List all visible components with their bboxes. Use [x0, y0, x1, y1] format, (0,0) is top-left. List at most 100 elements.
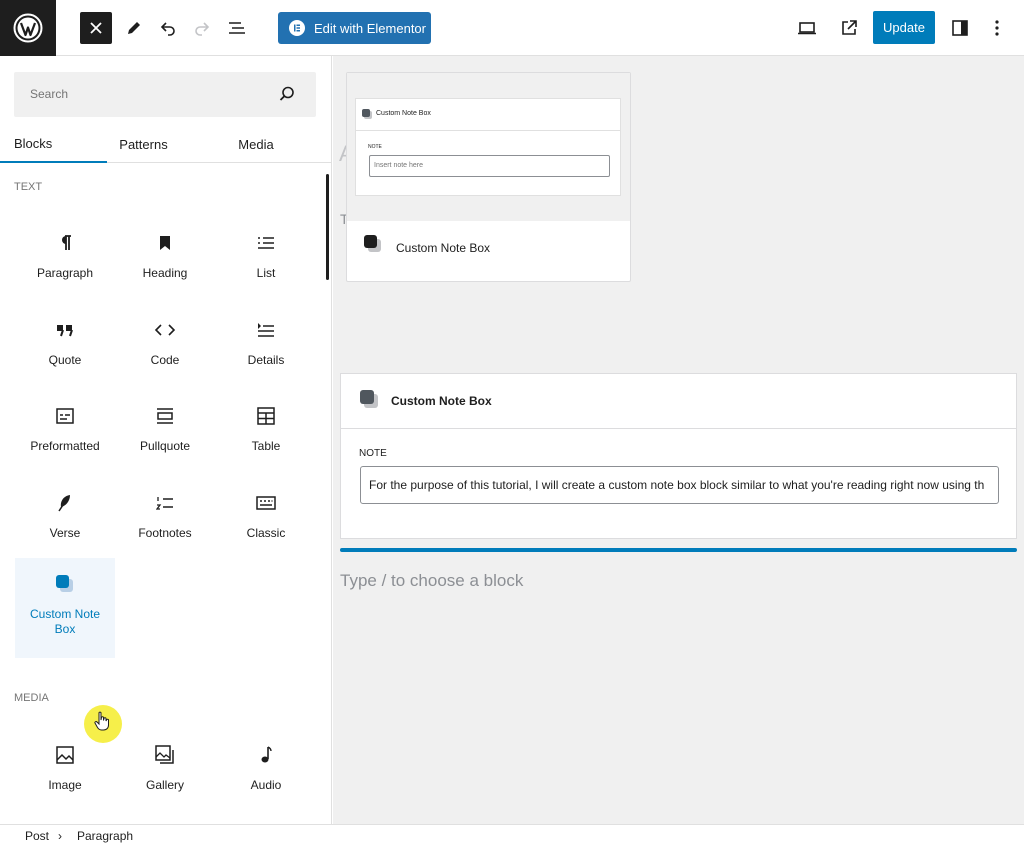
list-icon: [257, 231, 275, 255]
editor-canvas: A T Custom Note Box NOTE Insert note her…: [333, 56, 1024, 824]
divider: [356, 130, 620, 131]
mini-title: Custom Note Box: [376, 110, 431, 117]
block-label: Pullquote: [139, 439, 191, 453]
tab-media[interactable]: Media: [220, 126, 292, 163]
note-box-icon: [55, 572, 75, 596]
block-preview-popover: Custom Note Box NOTE Insert note here Cu…: [346, 72, 631, 282]
pencil-icon: [128, 22, 140, 34]
footnotes-icon: [156, 491, 174, 515]
wordpress-logo[interactable]: [0, 0, 56, 56]
default-block-appender[interactable]: Type / to choose a block: [340, 571, 523, 591]
sidebar-toggle-icon: [952, 20, 968, 36]
preview-device-button[interactable]: [791, 12, 823, 44]
block-pullquote[interactable]: Pullquote: [115, 390, 215, 490]
keyboard-icon: [256, 491, 276, 515]
block-quote[interactable]: Quote: [15, 304, 115, 404]
block-label: Image: [48, 778, 82, 792]
block-label: Table: [251, 439, 281, 453]
mini-note-label: NOTE: [368, 144, 382, 150]
redo-icon: [195, 22, 210, 36]
block-label: Custom Note Box: [30, 607, 100, 637]
block-details[interactable]: Details: [216, 304, 316, 404]
block-label: Code: [150, 353, 180, 367]
block-custom-note-box[interactable]: Custom Note Box: [15, 558, 115, 658]
note-box-title: Custom Note Box: [391, 394, 492, 408]
close-inserter-button[interactable]: [80, 12, 112, 44]
block-code[interactable]: Code: [115, 304, 215, 404]
options-menu-button[interactable]: [981, 12, 1013, 44]
gallery-icon: [155, 743, 175, 767]
block-label: Heading: [142, 266, 188, 280]
editor-toolbar: Edit with Elementor Update: [0, 0, 1024, 56]
insertion-point-indicator: [340, 548, 1017, 552]
block-label: List: [256, 266, 276, 280]
block-paragraph[interactable]: Paragraph: [15, 217, 115, 317]
hand-pointer-icon: [94, 711, 109, 731]
tab-blocks[interactable]: Blocks: [0, 126, 107, 163]
audio-icon: [259, 743, 273, 767]
category-text-heading: TEXT: [14, 181, 43, 193]
category-media-heading: MEDIA: [14, 692, 49, 704]
wordpress-icon: [13, 13, 43, 43]
block-heading[interactable]: Heading: [115, 217, 215, 317]
block-label: Preformatted: [30, 439, 100, 453]
block-search-input[interactable]: Search: [14, 72, 316, 117]
note-box-icon: [364, 235, 381, 252]
breadcrumb-item-post[interactable]: Post: [25, 829, 49, 843]
tab-patterns[interactable]: Patterns: [107, 126, 180, 163]
block-preview-frame: Custom Note Box NOTE Insert note here: [347, 73, 630, 221]
update-button[interactable]: Update: [873, 11, 935, 44]
block-table[interactable]: Table: [216, 390, 316, 490]
block-list[interactable]: List: [216, 217, 316, 317]
sidebar-scrollbar[interactable]: [326, 174, 329, 280]
block-label: Details: [247, 353, 285, 367]
search-placeholder: Search: [30, 87, 69, 101]
redo-button[interactable]: [186, 12, 218, 44]
note-box-icon: [360, 390, 378, 408]
custom-note-box-block[interactable]: Custom Note Box NOTE For the purpose of …: [340, 373, 1017, 539]
search-icon: [278, 85, 296, 108]
document-overview-button[interactable]: [221, 12, 253, 44]
undo-icon: [160, 22, 175, 36]
breadcrumb-item-paragraph[interactable]: Paragraph: [77, 829, 133, 843]
feather-icon: [57, 491, 73, 515]
block-label: Gallery: [145, 778, 184, 792]
edit-with-elementor-button[interactable]: Edit with Elementor: [278, 12, 431, 44]
block-footnotes[interactable]: Footnotes: [115, 477, 215, 577]
tools-button[interactable]: [118, 12, 150, 44]
block-label: Classic: [246, 526, 286, 540]
breadcrumb: Post › Paragraph: [0, 824, 1024, 847]
quote-icon: [56, 318, 74, 342]
block-audio[interactable]: Audio: [216, 729, 316, 824]
view-post-button[interactable]: [833, 12, 865, 44]
mini-note-input: Insert note here: [369, 155, 610, 177]
block-inserter-panel: Search Blocks Patterns Media TEXT Paragr…: [0, 56, 332, 824]
details-icon: [257, 318, 275, 342]
block-label: Quote: [48, 353, 82, 367]
block-preformatted[interactable]: Preformatted: [15, 390, 115, 490]
table-icon: [257, 404, 275, 428]
block-image[interactable]: Image: [15, 729, 115, 824]
note-field-label: NOTE: [359, 448, 387, 459]
preview-block-name: Custom Note Box: [396, 241, 491, 255]
note-box-icon: [362, 109, 372, 119]
paragraph-icon: [57, 231, 73, 255]
mini-note-box: Custom Note Box NOTE Insert note here: [355, 98, 621, 196]
elementor-button-label: Edit with Elementor: [314, 20, 426, 36]
note-text-input[interactable]: For the purpose of this tutorial, I will…: [360, 466, 999, 504]
block-classic[interactable]: Classic: [216, 477, 316, 577]
block-label: Paragraph: [36, 266, 94, 280]
block-label: Footnotes: [138, 526, 192, 540]
code-icon: [154, 318, 176, 342]
block-label-line2: Box: [54, 622, 76, 636]
block-label: Verse: [49, 526, 81, 540]
settings-sidebar-button[interactable]: [944, 12, 976, 44]
undo-button[interactable]: [152, 12, 184, 44]
external-link-icon: [842, 20, 857, 35]
laptop-icon: [798, 22, 816, 35]
pullquote-icon: [156, 404, 174, 428]
block-gallery[interactable]: Gallery: [115, 729, 215, 824]
block-label-line1: Custom Note: [29, 607, 101, 621]
divider: [341, 428, 1016, 429]
inserter-tabs: Blocks Patterns Media: [0, 126, 331, 163]
